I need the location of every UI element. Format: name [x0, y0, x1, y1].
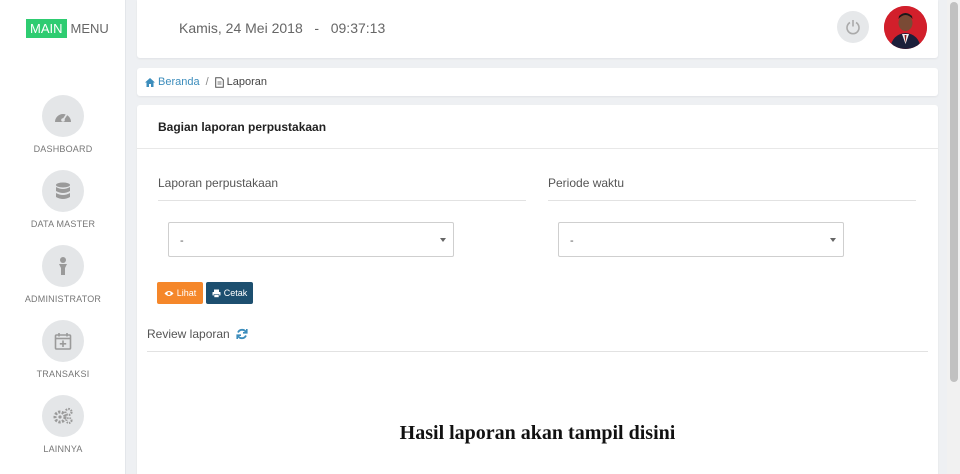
- logout-button[interactable]: [837, 11, 869, 43]
- file-icon: [214, 76, 224, 88]
- home-icon: [145, 77, 155, 87]
- sidebar-item-data-master[interactable]: DATA MASTER: [0, 170, 126, 229]
- period-select-value: -: [570, 235, 574, 247]
- sidebar-item-label: TRANSAKSI: [36, 369, 90, 379]
- brand-menu-label: MENU: [70, 21, 109, 36]
- scrollbar-thumb[interactable]: [950, 2, 958, 382]
- user-icon: [42, 245, 84, 287]
- breadcrumb: Beranda / Laporan: [137, 68, 938, 96]
- top-bar: Kamis, 24 Mei 2018 - 09:37:13: [137, 0, 938, 58]
- sidebar-item-label: ADMINISTRATOR: [24, 294, 102, 304]
- panel-divider: [137, 148, 938, 149]
- database-icon: [42, 170, 84, 212]
- cetak-button[interactable]: Cetak: [206, 282, 253, 304]
- report-type-underline: [158, 200, 526, 201]
- report-panel: Bagian laporan perpustakaan Laporan perp…: [137, 105, 938, 474]
- breadcrumb-separator: /: [205, 76, 209, 88]
- dashboard-gauge-icon: [42, 95, 84, 137]
- cetak-button-label: Cetak: [223, 288, 248, 298]
- review-divider: [147, 351, 928, 352]
- sidebar-item-lainnya[interactable]: LAINNYA: [0, 395, 126, 454]
- sidebar-item-label: DASHBOARD: [33, 144, 93, 154]
- power-icon: [846, 20, 860, 35]
- sidebar-item-administrator[interactable]: ADMINISTRATOR: [0, 245, 126, 304]
- current-datetime: Kamis, 24 Mei 2018 - 09:37:13: [179, 20, 386, 36]
- report-type-select-value: -: [180, 235, 184, 247]
- page-scrollbar[interactable]: [947, 0, 960, 474]
- review-header: Review laporan: [147, 327, 248, 341]
- breadcrumb-current-label: Laporan: [226, 76, 268, 88]
- sidebar-item-label: LAINNYA: [43, 444, 83, 454]
- chevron-down-icon: [440, 238, 446, 242]
- calendar-plus-icon: [42, 320, 84, 362]
- sidebar: MAIN MENU DASHBOARD DATA MASTER ADMINIST…: [0, 0, 126, 474]
- print-icon: [212, 289, 221, 298]
- breadcrumb-current: Laporan: [214, 76, 268, 88]
- panel-title: Bagian laporan perpustakaan: [158, 120, 327, 134]
- period-select[interactable]: -: [558, 222, 844, 257]
- sidebar-item-dashboard[interactable]: DASHBOARD: [0, 95, 126, 154]
- lihat-button-label: Lihat: [176, 288, 197, 298]
- report-type-select[interactable]: -: [168, 222, 454, 257]
- breadcrumb-home-label: Beranda: [158, 76, 200, 88]
- avatar[interactable]: [884, 6, 927, 49]
- refresh-icon[interactable]: [236, 328, 248, 340]
- sidebar-item-transaksi[interactable]: TRANSAKSI: [0, 320, 126, 379]
- report-type-label: Laporan perpustakaan: [158, 176, 279, 190]
- chevron-down-icon: [830, 238, 836, 242]
- review-label: Review laporan: [147, 327, 230, 341]
- sidebar-item-label: DATA MASTER: [30, 219, 96, 229]
- brand-main-label: MAIN: [26, 19, 67, 38]
- breadcrumb-home-link[interactable]: Beranda: [145, 76, 200, 88]
- lihat-button[interactable]: Lihat: [157, 282, 203, 304]
- period-label: Periode waktu: [548, 176, 625, 190]
- report-result-placeholder: Hasil laporan akan tampil disini: [399, 422, 676, 444]
- eye-icon: [164, 290, 174, 296]
- period-underline: [548, 200, 916, 201]
- gears-icon: [42, 395, 84, 437]
- brand-logo[interactable]: MAIN MENU: [26, 19, 109, 38]
